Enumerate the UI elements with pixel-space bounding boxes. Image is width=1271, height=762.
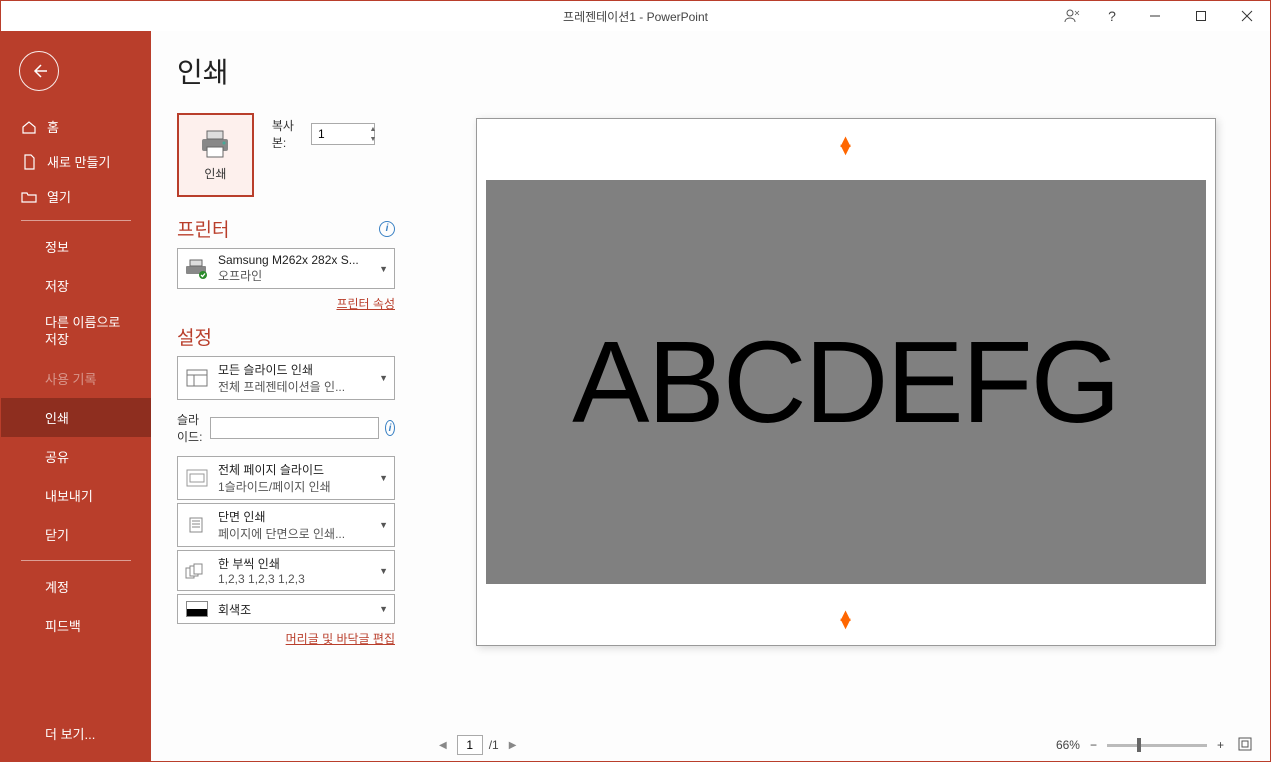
printer-name: Samsung M262x 282x S...: [218, 253, 371, 267]
printer-status-icon: [184, 258, 210, 280]
chevron-down-icon: ▼: [379, 566, 388, 576]
collated-icon: [184, 562, 210, 580]
slide-text: ABCDEFG: [572, 315, 1119, 449]
slides-range-input[interactable]: [210, 417, 379, 439]
maximize-button[interactable]: [1178, 1, 1224, 31]
main-area: 인쇄 인쇄 복사본: ▲▼: [151, 31, 1270, 761]
zoom-in-button[interactable]: +: [1213, 738, 1228, 752]
titlebar: 프레젠테이션1 - PowerPoint ?: [1, 1, 1270, 31]
chevron-down-icon: ▼: [379, 264, 388, 274]
preview-column: ▲▼ ABCDEFG ▲▼ ◀ /1 ▶ 66% −: [421, 31, 1270, 761]
sidebar-info[interactable]: 정보: [1, 227, 151, 266]
grayscale-icon: [184, 601, 210, 617]
prev-page-button[interactable]: ◀: [435, 740, 451, 751]
copies-input[interactable]: [311, 123, 375, 145]
sidebar-feedback[interactable]: 피드백: [1, 606, 151, 645]
copies-control: 복사본: ▲▼: [272, 117, 395, 151]
print-what-dropdown[interactable]: 모든 슬라이드 인쇄 전체 프레젠테이션을 인... ▼: [177, 356, 395, 400]
chevron-down-icon: ▼: [379, 604, 388, 614]
info-icon[interactable]: i: [379, 221, 395, 237]
chevron-down-icon: ▼: [379, 520, 388, 530]
sidebar-more[interactable]: 더 보기...: [1, 714, 151, 761]
settings-section-title: 설정: [177, 323, 212, 350]
fit-to-window-button[interactable]: [1234, 737, 1256, 754]
sidebar-share[interactable]: 공유: [1, 437, 151, 476]
layout-dropdown[interactable]: 전체 페이지 슬라이드 1슬라이드/페이지 인쇄 ▼: [177, 456, 395, 500]
preview-area: ▲▼ ABCDEFG ▲▼: [421, 31, 1270, 733]
margin-handle-top[interactable]: ▲▼: [837, 137, 855, 153]
print-action-row: 인쇄 복사본: ▲▼: [177, 113, 395, 197]
header-footer-link[interactable]: 머리글 및 바닥글 편집: [286, 632, 395, 646]
backstage-sidebar: 홈 새로 만들기 열기 정보 저장 다른 이름으로 저장 사용 기록 인쇄 공유…: [1, 31, 151, 761]
print-settings-panel: 인쇄 인쇄 복사본: ▲▼: [151, 31, 421, 761]
zoom-out-button[interactable]: −: [1086, 738, 1101, 752]
sidebar-close[interactable]: 닫기: [1, 515, 151, 554]
window-controls: ?: [1052, 1, 1270, 31]
sidebar-print[interactable]: 인쇄: [1, 398, 151, 437]
chevron-down-icon: ▼: [379, 473, 388, 483]
home-icon: [21, 119, 37, 135]
printer-dropdown[interactable]: Samsung M262x 282x S... 오프라인 ▼: [177, 248, 395, 289]
page-total: /1: [489, 738, 499, 752]
body: 홈 새로 만들기 열기 정보 저장 다른 이름으로 저장 사용 기록 인쇄 공유…: [1, 31, 1270, 761]
printer-section-title: 프린터: [177, 215, 229, 242]
printer-status: 오프라인: [218, 267, 371, 284]
help-button[interactable]: ?: [1092, 1, 1132, 31]
color-dropdown[interactable]: 회색조 ▼: [177, 594, 395, 624]
sidebar-save[interactable]: 저장: [1, 266, 151, 305]
settings-section-header: 설정: [177, 323, 395, 350]
sidebar-save-as[interactable]: 다른 이름으로 저장: [1, 305, 151, 359]
sidebar-new[interactable]: 새로 만들기: [1, 144, 151, 179]
print-button[interactable]: 인쇄: [177, 113, 254, 197]
info-icon[interactable]: i: [385, 420, 395, 436]
document-icon: [21, 154, 37, 170]
slides-range-label: 슬라이드:: [177, 411, 204, 445]
margin-handle-bottom[interactable]: ▲▼: [837, 611, 855, 627]
close-button[interactable]: [1224, 1, 1270, 31]
zoom-level: 66%: [1056, 738, 1080, 752]
full-page-icon: [184, 469, 210, 487]
page-number-input[interactable]: [457, 735, 483, 755]
slides-range-row: 슬라이드: i: [177, 411, 395, 445]
folder-open-icon: [21, 189, 37, 205]
one-sided-icon: [184, 516, 210, 534]
print-button-label: 인쇄: [204, 165, 226, 182]
slides-all-icon: [184, 369, 210, 387]
next-page-button[interactable]: ▶: [505, 740, 521, 751]
back-button[interactable]: [19, 51, 59, 91]
collate-dropdown[interactable]: 한 부씩 인쇄 1,2,3 1,2,3 1,2,3 ▼: [177, 550, 395, 591]
printer-properties-link[interactable]: 프린터 속성: [336, 297, 395, 311]
sidebar-home[interactable]: 홈: [1, 109, 151, 144]
sidebar-account[interactable]: 계정: [1, 567, 151, 606]
window-title: 프레젠테이션1 - PowerPoint: [563, 8, 708, 25]
separator: [21, 220, 131, 221]
printer-section-header: 프린터 i: [177, 215, 395, 242]
sidebar-export[interactable]: 내보내기: [1, 476, 151, 515]
zoom-slider[interactable]: [1107, 744, 1207, 747]
copies-spinner[interactable]: ▲▼: [367, 124, 379, 144]
account-icon[interactable]: [1052, 1, 1092, 31]
separator: [21, 560, 131, 561]
preview-footer: ◀ /1 ▶ 66% − +: [421, 733, 1270, 761]
chevron-down-icon: ▼: [379, 373, 388, 383]
preview-slide: ABCDEFG: [486, 180, 1206, 584]
settings-stack: 모든 슬라이드 인쇄 전체 프레젠테이션을 인... ▼ 슬라이드: i 전: [177, 356, 395, 624]
printer-icon: [198, 129, 232, 159]
preview-page: ▲▼ ABCDEFG ▲▼: [476, 118, 1216, 646]
sidebar-history: 사용 기록: [1, 359, 151, 398]
sidebar-open[interactable]: 열기: [1, 179, 151, 214]
minimize-button[interactable]: [1132, 1, 1178, 31]
page-title: 인쇄: [177, 51, 395, 91]
copies-label: 복사본:: [272, 117, 303, 151]
app-window: 프레젠테이션1 - PowerPoint ? 홈 새로 만들기: [0, 0, 1271, 762]
sides-dropdown[interactable]: 단면 인쇄 페이지에 단면으로 인쇄... ▼: [177, 503, 395, 547]
